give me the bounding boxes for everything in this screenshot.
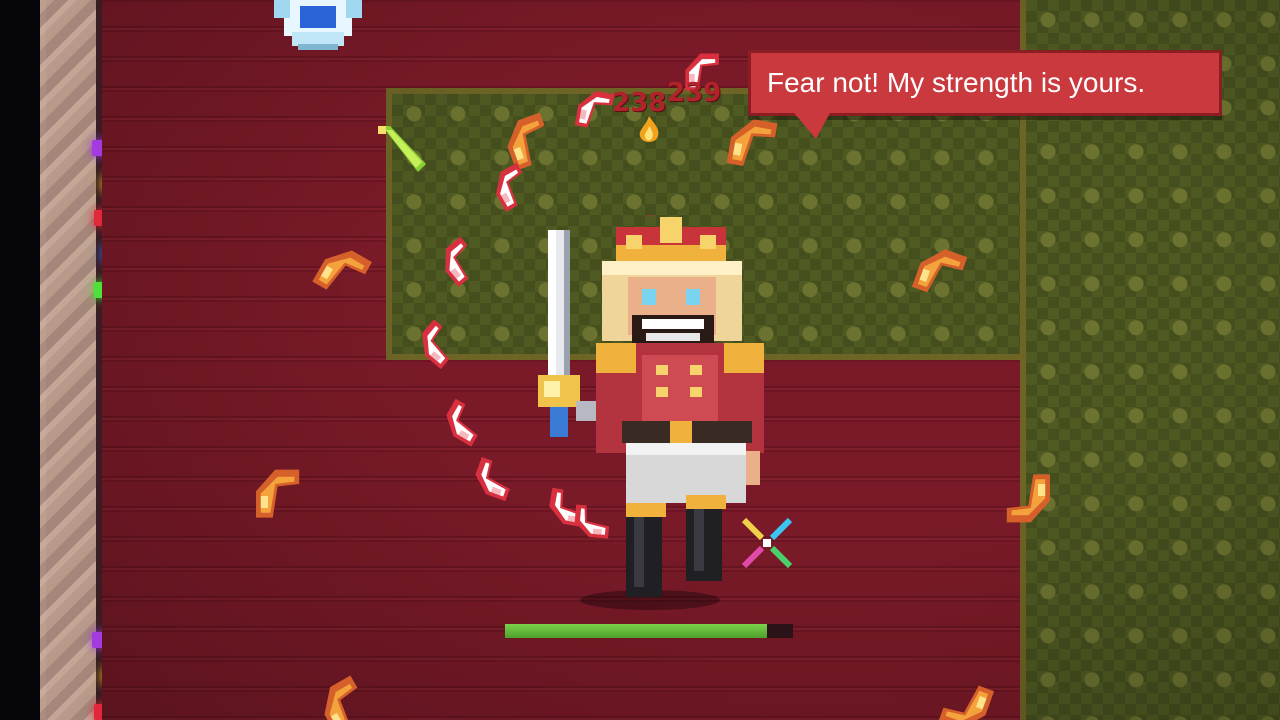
dialogue-text: Fear not! My strength is yours. (767, 67, 1146, 98)
dialogue-bubble-tail (794, 113, 830, 139)
crosshair-icon[interactable] (740, 516, 794, 575)
damage-number: 239 (667, 78, 722, 108)
stone-pillar (40, 0, 102, 720)
dialogue-bubble: Fear not! My strength is yours. (748, 50, 1222, 116)
player-health-bar (505, 624, 793, 638)
green-potion-icon[interactable] (376, 126, 430, 181)
health-fill (505, 624, 768, 638)
boomerang-icon (712, 104, 795, 187)
flame-icon (638, 116, 660, 151)
sword-icon (538, 230, 598, 437)
ally-crystal-icon[interactable] (270, 0, 366, 59)
damage-number: 238 (612, 88, 667, 118)
boomerang-icon (990, 460, 1062, 532)
void-edge (0, 0, 40, 720)
boomerang-icon (244, 460, 316, 532)
game-scene: 238 239 Fear not! My strength is yours. (0, 0, 1280, 720)
